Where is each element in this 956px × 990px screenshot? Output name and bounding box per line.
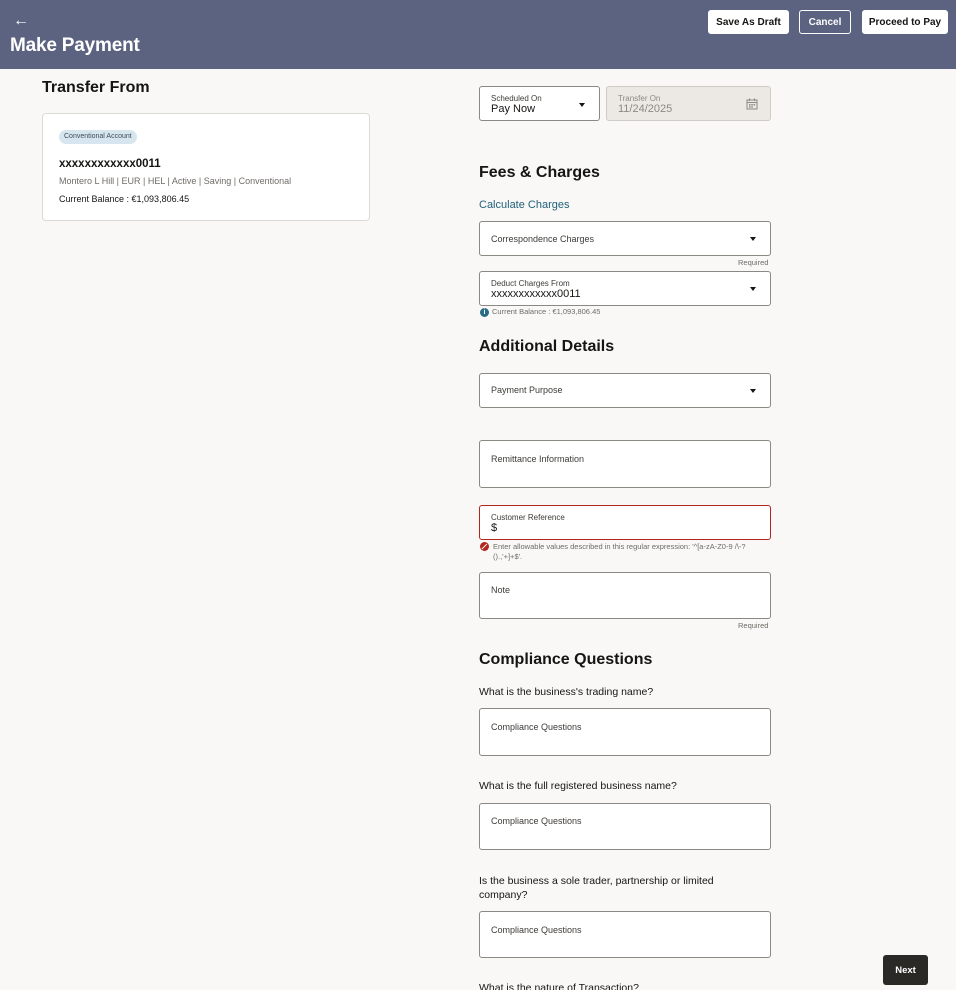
compliance-answer-2-input[interactable]: Compliance Questions — [479, 803, 771, 850]
compliance-question-1: What is the business's trading name? — [479, 686, 654, 698]
compliance-question-2: What is the full registered business nam… — [479, 780, 677, 792]
compliance-question-3-line1: Is the business a sole trader, partnersh… — [479, 875, 714, 887]
compliance-answer-1-label: Compliance Questions — [491, 722, 582, 732]
account-card[interactable]: Conventional Account xxxxxxxxxxxx0011 Mo… — [42, 113, 370, 221]
calculate-charges-link[interactable]: Calculate Charges — [479, 199, 570, 211]
correspondence-charges-label: Correspondence Charges — [491, 234, 595, 244]
remittance-information-label: Remittance Information — [491, 454, 585, 464]
arrow-left-icon[interactable]: ← — [13, 12, 29, 30]
compliance-answer-3-label: Compliance Questions — [491, 925, 582, 935]
compliance-question-3-line2: company? — [479, 889, 528, 901]
deduct-balance-text: Current Balance : €1,093,806.45 — [492, 307, 601, 316]
scheduled-on-select[interactable]: Scheduled On Pay Now — [479, 86, 600, 121]
account-type-badge: Conventional Account — [59, 130, 137, 144]
deduct-balance-note: i Current Balance : €1,093,806.45 — [480, 307, 600, 317]
payment-purpose-label: Payment Purpose — [491, 385, 563, 395]
deduct-charges-value: xxxxxxxxxxxx0011 — [491, 288, 581, 300]
chevron-down-icon — [750, 237, 756, 241]
deduct-charges-label: Deduct Charges From — [491, 279, 570, 288]
chevron-down-icon — [750, 287, 756, 291]
required-note: Required — [738, 621, 769, 630]
scheduled-on-label: Scheduled On — [491, 94, 542, 103]
chevron-down-icon — [750, 389, 756, 393]
payment-purpose-select[interactable]: Payment Purpose — [479, 373, 771, 408]
save-as-draft-button[interactable]: Save As Draft — [708, 10, 789, 34]
error-icon — [480, 542, 489, 551]
customer-reference-label: Customer Reference — [491, 513, 565, 522]
customer-reference-input[interactable]: Customer Reference $ — [479, 505, 771, 540]
customer-reference-value: $ — [491, 522, 498, 534]
transfer-on-date-field: Transfer On 11/24/2025 — [606, 86, 771, 121]
compliance-questions-title: Compliance Questions — [479, 651, 653, 668]
note-label: Note — [491, 585, 511, 595]
customer-reference-error: Enter allowable values described in this… — [480, 542, 775, 562]
scheduled-on-value: Pay Now — [491, 103, 536, 115]
compliance-answer-1-input[interactable]: Compliance Questions — [479, 708, 771, 756]
compliance-answer-2-label: Compliance Questions — [491, 816, 582, 826]
proceed-to-pay-button[interactable]: Proceed to Pay — [862, 10, 948, 34]
error-text-line1: Enter allowable values described in this… — [493, 542, 746, 551]
account-balance: Current Balance : €1,093,806.45 — [59, 194, 190, 204]
calendar-icon — [746, 98, 758, 110]
transfer-from-title: Transfer From — [42, 79, 150, 96]
compliance-question-3: Is the business a sole trader, partnersh… — [479, 874, 714, 902]
cancel-button[interactable]: Cancel — [799, 10, 851, 34]
chevron-down-icon — [579, 103, 585, 107]
deduct-charges-from-select[interactable]: Deduct Charges From xxxxxxxxxxxx0011 — [479, 271, 771, 306]
next-button[interactable]: Next — [883, 955, 928, 985]
account-number: xxxxxxxxxxxx0011 — [59, 158, 161, 170]
required-note: Required — [738, 258, 769, 267]
compliance-answer-3-input[interactable]: Compliance Questions — [479, 911, 771, 958]
page-title: Make Payment — [10, 35, 140, 56]
error-text-line2: ().,'+]+$'. — [493, 552, 523, 561]
fees-charges-title: Fees & Charges — [479, 164, 600, 181]
account-details: Montero L Hill | EUR | HEL | Active | Sa… — [59, 176, 292, 186]
transfer-on-label: Transfer On — [618, 94, 661, 103]
note-input[interactable]: Note — [479, 572, 771, 619]
remittance-information-input[interactable]: Remittance Information — [479, 440, 771, 488]
compliance-question-4: What is the nature of Transaction? — [479, 982, 639, 990]
correspondence-charges-select[interactable]: Correspondence Charges — [479, 221, 771, 256]
info-icon: i — [480, 307, 489, 317]
page-header: ← Make Payment Save As Draft Cancel Proc… — [0, 0, 956, 69]
transfer-on-value: 11/24/2025 — [618, 103, 673, 115]
additional-details-title: Additional Details — [479, 338, 615, 355]
